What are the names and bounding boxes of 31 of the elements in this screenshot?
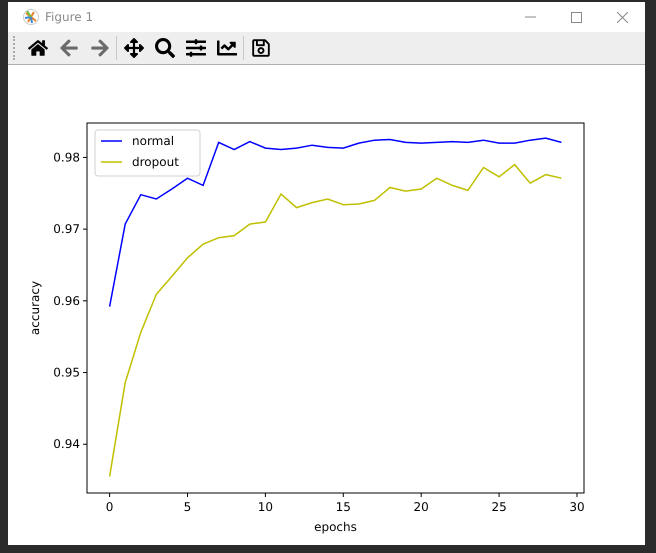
legend-label: dropout: [132, 155, 179, 169]
close-icon: [616, 12, 628, 22]
x-axis-label: epochs: [314, 520, 357, 534]
x-tick-label: 5: [184, 500, 192, 514]
x-tick-label: 30: [569, 500, 585, 514]
home-icon: [28, 38, 48, 58]
x-tick-label: 25: [491, 500, 507, 514]
y-tick-label: 0.98: [53, 150, 80, 164]
app-logo-icon: [23, 9, 39, 25]
x-tick-label: 0: [106, 500, 114, 514]
x-tick-label: 10: [258, 500, 274, 514]
maximize-icon: [570, 12, 582, 22]
sliders-icon: [186, 38, 206, 58]
y-tick-label: 0.96: [53, 294, 80, 308]
y-tick-label: 0.95: [53, 366, 80, 380]
legend-line: [101, 161, 122, 163]
search-icon: [154, 38, 174, 58]
forward-arrow-icon: [90, 38, 110, 58]
y-tick-label: 0.94: [53, 437, 80, 452]
legend-line: [101, 140, 122, 142]
x-tick-label: 15: [336, 500, 351, 514]
x-tick-label: 20: [414, 500, 429, 514]
move-arrows-icon: [124, 38, 144, 58]
y-axis-label: accuracy: [28, 280, 42, 336]
back-arrow-icon: [58, 38, 78, 58]
legend-label: normal: [132, 134, 174, 148]
minimize-icon: [524, 16, 536, 18]
y-tick-label: 0.97: [53, 222, 80, 236]
window-title: Figure 1: [45, 9, 94, 26]
save-icon: [250, 38, 270, 58]
line-chart-icon: [216, 38, 236, 58]
